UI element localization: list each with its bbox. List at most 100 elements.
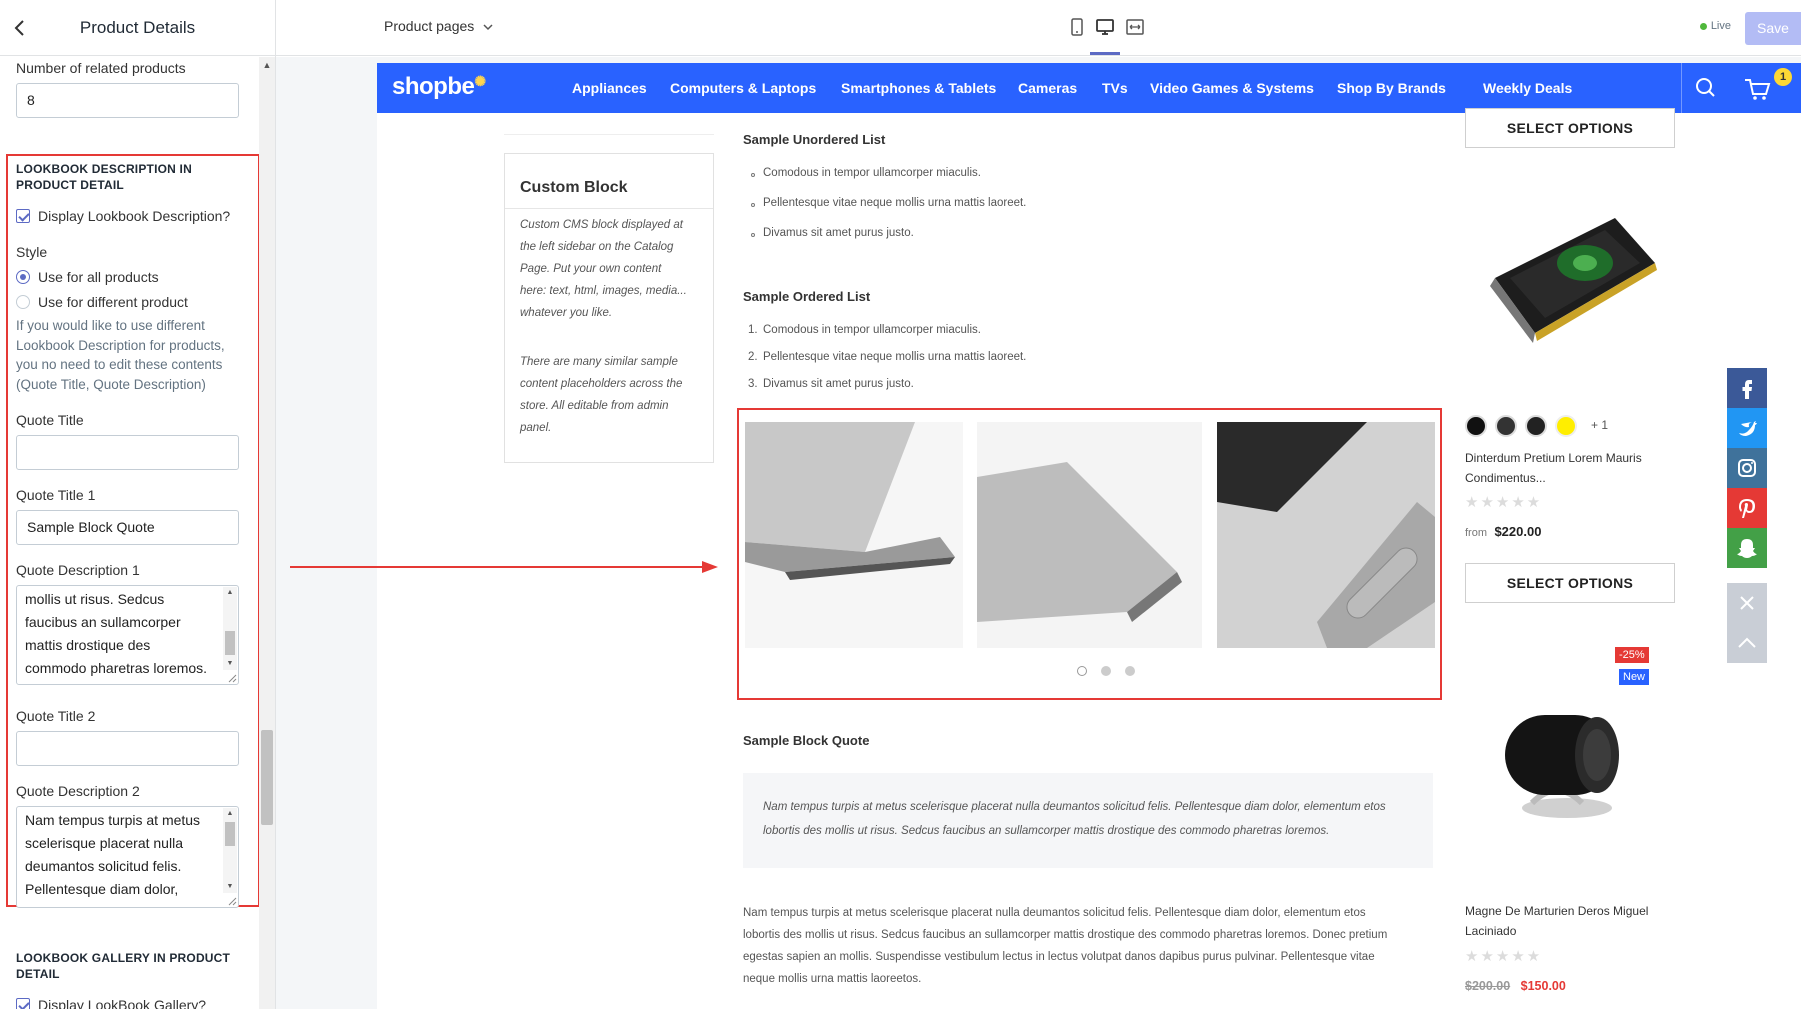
quote-description-2-textarea[interactable]: Nam tempus turpis at metus scelerisque p… bbox=[16, 806, 239, 908]
sale-badge: -25% bbox=[1615, 647, 1649, 663]
nav-item-smartphones[interactable]: Smartphones & Tablets bbox=[841, 80, 996, 96]
nav-item-cameras[interactable]: Cameras bbox=[1018, 80, 1077, 96]
bullet-icon bbox=[751, 203, 755, 207]
product-1-image[interactable] bbox=[1475, 208, 1665, 358]
desktop-icon bbox=[1096, 19, 1114, 35]
product-1-name[interactable]: Dinterdum Pretium Lorem Mauris Condiment… bbox=[1465, 448, 1665, 488]
close-button[interactable] bbox=[1727, 583, 1767, 623]
style-label: Style bbox=[16, 244, 48, 260]
swatch-black-1[interactable] bbox=[1465, 415, 1487, 437]
pinterest-share-button[interactable] bbox=[1727, 488, 1767, 528]
scroll-thumb[interactable] bbox=[225, 822, 235, 846]
page-selector-label: Product pages bbox=[384, 18, 475, 34]
device-desktop-button[interactable] bbox=[1094, 16, 1116, 38]
graphics-card-image bbox=[1490, 218, 1657, 343]
style-help-text: If you would like to use different Lookb… bbox=[16, 318, 225, 392]
nav-item-tvs[interactable]: TVs bbox=[1102, 80, 1128, 96]
blockquote-title: Sample Block Quote bbox=[743, 733, 870, 748]
facebook-share-button[interactable] bbox=[1727, 368, 1767, 408]
related-products-input[interactable]: 8 bbox=[16, 83, 239, 118]
scroll-thumb[interactable] bbox=[225, 631, 235, 655]
list-number: 1. bbox=[748, 324, 758, 336]
active-device-indicator bbox=[1090, 52, 1120, 55]
resize-grip-icon[interactable] bbox=[225, 894, 237, 906]
radio-unselected-icon[interactable] bbox=[16, 295, 30, 309]
display-lookbook-description-checkbox[interactable]: Display Lookbook Description? bbox=[16, 208, 230, 224]
custom-block: Custom Block Custom CMS block displayed … bbox=[504, 153, 714, 463]
scroll-up-icon[interactable]: ▲ bbox=[223, 587, 237, 599]
list-item: Divamus sit amet purus justo. bbox=[763, 227, 914, 239]
style-radio-all[interactable]: Use for all products bbox=[16, 269, 159, 285]
radio-selected-icon[interactable] bbox=[16, 270, 30, 284]
select-options-button[interactable]: SELECT OPTIONS bbox=[1465, 563, 1675, 603]
nav-item-weekly-deals[interactable]: Weekly Deals bbox=[1483, 80, 1572, 96]
nav-item-appliances[interactable]: Appliances bbox=[572, 80, 647, 96]
search-button[interactable] bbox=[1681, 63, 1729, 113]
page-selector[interactable]: Product pages bbox=[384, 18, 494, 34]
swatch-more[interactable]: + 1 bbox=[1591, 418, 1608, 432]
slider-dot-2[interactable] bbox=[1101, 666, 1111, 676]
display-lookbook-gallery-checkbox[interactable]: Display LookBook Gallery? bbox=[16, 997, 206, 1009]
device-fullwidth-button[interactable] bbox=[1124, 16, 1146, 38]
back-to-top-button[interactable] bbox=[1727, 623, 1767, 663]
nav-item-video-games[interactable]: Video Games & Systems bbox=[1150, 80, 1314, 96]
scroll-up-icon[interactable]: ▲ bbox=[223, 808, 237, 820]
nav-item-brands[interactable]: Shop By Brands bbox=[1337, 80, 1446, 96]
checkbox-checked-icon[interactable] bbox=[16, 209, 30, 223]
lookbook-gallery-slider bbox=[737, 408, 1442, 700]
gallery-slide-3[interactable] bbox=[1217, 422, 1435, 648]
custom-block-title: Custom Block bbox=[520, 179, 628, 196]
twitter-share-button[interactable] bbox=[1727, 408, 1767, 448]
list-item: Divamus sit amet purus justo. bbox=[763, 378, 914, 390]
checkbox-checked-icon[interactable] bbox=[16, 998, 30, 1009]
snapchat-share-button[interactable] bbox=[1727, 528, 1767, 568]
store-navbar: shopbe✺ Appliances Computers & Laptops S… bbox=[377, 63, 1801, 113]
instagram-icon bbox=[1738, 459, 1756, 477]
swatch-black-2[interactable] bbox=[1495, 415, 1517, 437]
facebook-icon bbox=[1742, 380, 1752, 399]
quote-title-2-input[interactable] bbox=[16, 731, 239, 766]
quote-description-1-textarea[interactable]: mollis ut risus. Sedcus faucibus an sull… bbox=[16, 585, 239, 685]
store-logo[interactable]: shopbe✺ bbox=[392, 73, 486, 101]
textarea-scrollbar[interactable]: ▲ ▼ bbox=[223, 808, 237, 893]
snapchat-icon bbox=[1737, 539, 1757, 558]
scroll-down-icon[interactable]: ▼ bbox=[223, 881, 237, 893]
quote-title-input[interactable] bbox=[16, 435, 239, 470]
quote-description-2-label: Quote Description 2 bbox=[16, 783, 140, 799]
device-mobile-button[interactable] bbox=[1066, 16, 1088, 38]
logo-spark-icon: ✺ bbox=[474, 73, 486, 89]
laptop-image bbox=[745, 422, 963, 648]
swatch-yellow[interactable] bbox=[1555, 415, 1577, 437]
display-lookbook-description-label: Display Lookbook Description? bbox=[38, 208, 231, 224]
pinterest-icon bbox=[1739, 499, 1755, 518]
product-2-rating: ★★★★★ bbox=[1465, 948, 1543, 965]
quote-title-label: Quote Title bbox=[16, 412, 84, 428]
nav-item-computers[interactable]: Computers & Laptops bbox=[670, 80, 816, 96]
style-radio-different[interactable]: Use for different product bbox=[16, 294, 188, 310]
product-2-name[interactable]: Magne De Marturien Deros Miguel Laciniad… bbox=[1465, 901, 1665, 941]
speaker-image bbox=[1505, 715, 1619, 818]
select-options-button[interactable]: SELECT OPTIONS bbox=[1465, 108, 1675, 148]
product-2-image[interactable] bbox=[1487, 693, 1647, 843]
list-number: 3. bbox=[748, 378, 758, 390]
quote-title-1-input[interactable]: Sample Block Quote bbox=[16, 510, 239, 545]
display-lookbook-gallery-label: Display LookBook Gallery? bbox=[38, 997, 207, 1009]
scroll-down-icon[interactable]: ▼ bbox=[223, 658, 237, 670]
textarea-scrollbar[interactable]: ▲ ▼ bbox=[223, 587, 237, 670]
save-button[interactable]: Save bbox=[1745, 12, 1801, 45]
gallery-slide-2[interactable] bbox=[977, 422, 1202, 648]
panel-scrollbar[interactable]: ▲ bbox=[259, 57, 275, 1009]
laptop-closed-image bbox=[977, 422, 1202, 648]
instagram-share-button[interactable] bbox=[1727, 448, 1767, 488]
product-1-rating: ★★★★★ bbox=[1465, 494, 1543, 511]
custom-block-text-2: There are many similar sample content pl… bbox=[520, 356, 683, 434]
gallery-slide-1[interactable] bbox=[745, 422, 963, 648]
scroll-up-icon[interactable]: ▲ bbox=[259, 57, 275, 73]
swatch-black-3[interactable] bbox=[1525, 415, 1547, 437]
panel-scroll-thumb[interactable] bbox=[261, 730, 273, 825]
slider-dot-3[interactable] bbox=[1125, 666, 1135, 676]
bullet-icon bbox=[751, 173, 755, 177]
slider-dot-1[interactable] bbox=[1077, 666, 1087, 676]
resize-grip-icon[interactable] bbox=[225, 671, 237, 683]
fullwidth-icon bbox=[1126, 19, 1144, 35]
